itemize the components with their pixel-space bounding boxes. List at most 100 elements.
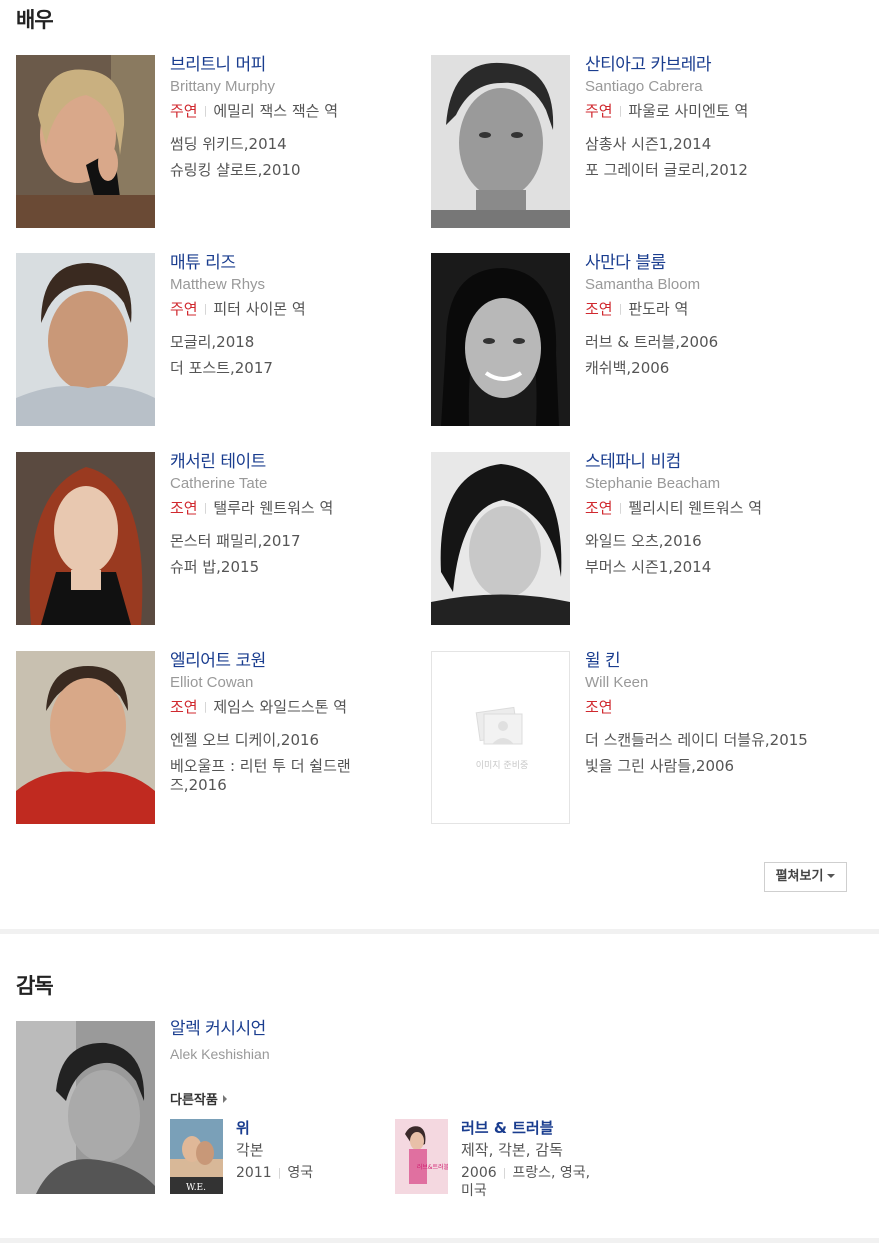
filmography-item[interactable]: 썸딩 위키드,2014 [170,135,400,154]
role-type: 주연 [170,102,198,120]
actor-name-link[interactable]: 사만다 블룸 [585,253,815,273]
work-role: 제작, 각본, 감독 [461,1141,563,1159]
role-name: 제임스 와일드스톤 역 [213,698,348,716]
actor-english-name: Samantha Bloom [585,276,701,293]
actor-english-name: Stephanie Beacham [585,475,721,492]
role-type: 조연 [585,499,613,517]
actor-photo[interactable] [431,253,570,426]
actor-english-name: Will Keen [585,674,649,691]
actor-role: 주연 | 파울로 사미엔토 역 [585,101,815,121]
filmography: 삼총사 시즌1,2014 포 그레이터 글로리,2012 [585,135,815,180]
filmography-item[interactable]: 빛을 그린 사람들,2006 [585,757,815,776]
actor-role: 조연 | 펠리시티 웬트워스 역 [585,498,815,518]
actor-role: 조연 | 제임스 와일드스톤 역 [170,697,400,717]
role-name: 에밀리 잭스 잭슨 역 [213,102,339,120]
filmography-item[interactable]: 모글리,2018 [170,333,400,352]
filmography-item[interactable]: 슈링킹 샬로트,2010 [170,161,400,180]
section-divider [0,1238,879,1243]
work-poster[interactable]: 러브&트러블 [395,1119,448,1194]
actor-name-link[interactable]: 브리트니 머피 [170,55,400,75]
caret-right-icon [222,1095,227,1103]
actor-name-link[interactable]: 엘리어트 코원 [170,651,400,671]
actor-english-name: Brittany Murphy [170,78,276,95]
role-type: 조연 [170,499,198,517]
actor-name-link[interactable]: 스테파니 비컴 [585,452,815,472]
no-image-placeholder[interactable]: 이미지 준비중 [431,651,570,824]
actor-role: 조연 | 판도라 역 [585,299,815,319]
no-image-text: 이미지 준비중 [476,760,529,771]
filmography-item[interactable]: 삼총사 시즌1,2014 [585,135,815,154]
actor-role: 조연 [585,697,815,717]
actor-card: 이미지 준비중 윌 킨 Will Keen 조연 더 스캔들러스 레이디 더블유… [431,651,831,826]
director-section-title: 감독 [16,974,54,998]
filmography: 더 스캔들러스 레이디 더블유,2015 빛을 그린 사람들,2006 [585,731,815,776]
filmography-item[interactable]: 더 스캔들러스 레이디 더블유,2015 [585,731,815,750]
section-divider [0,929,879,934]
director-english-name: Alek Keshishian [170,1046,270,1062]
work-role: 각본 [236,1141,264,1159]
caret-down-icon [827,874,836,878]
actor-card: 브리트니 머피 Brittany Murphy 주연 | 에밀리 잭스 잭슨 역 썸… [16,55,416,230]
cast-section-title: 배우 [16,8,54,32]
filmography-item[interactable]: 와일드 오츠,2016 [585,532,815,551]
work-title-link[interactable]: 위 [236,1119,366,1137]
work-meta: 2011 | 영국 [236,1164,366,1182]
actor-photo[interactable] [16,452,155,625]
filmography: 엔젤 오브 디케이,2016 베오울프 : 리턴 투 더 쉴드랜즈,2016 [170,731,400,795]
work-year: 2006 [461,1165,497,1181]
actor-english-name: Santiago Cabrera [585,78,703,95]
actor-role: 주연 | 피터 사이몬 역 [170,299,400,319]
separator: | [203,700,208,713]
separator: | [203,104,208,117]
actor-card: 캐서린 테이트 Catherine Tate 조연 | 탤루라 웬트워스 역 몬스터… [16,452,416,627]
role-name: 탤루라 웬트워스 역 [213,499,334,517]
filmography-item[interactable]: 포 그레이터 글로리,2012 [585,161,815,180]
filmography-item[interactable]: 몬스터 패밀리,2017 [170,532,400,551]
actor-photo[interactable] [431,452,570,625]
actor-role: 조연 | 탤루라 웬트워스 역 [170,498,400,518]
work-title-link[interactable]: 러브 & 트러블 [461,1119,591,1137]
separator: | [618,104,623,117]
work-poster[interactable]: W.E. [170,1119,223,1194]
filmography-item[interactable]: 슈퍼 밥,2015 [170,558,400,577]
separator: | [203,501,208,514]
other-works-link[interactable]: 다른작품 [170,1089,227,1108]
filmography: 몬스터 패밀리,2017 슈퍼 밥,2015 [170,532,400,577]
director-name-link[interactable]: 알렉 커시시언 [170,1019,670,1039]
separator: | [618,302,623,315]
actor-photo[interactable] [16,55,155,228]
actor-name-link[interactable]: 매튜 리즈 [170,253,400,273]
director-photo[interactable] [16,1021,155,1194]
image-placeholder-icon: 이미지 준비중 [475,706,529,771]
actor-card: 사만다 블룸 Samantha Bloom 조연 | 판도라 역 러브 & 트러블,… [431,253,831,428]
filmography: 와일드 오츠,2016 부머스 시즌1,2014 [585,532,815,577]
separator: | [618,501,623,514]
actor-name-link[interactable]: 산티아고 카브레라 [585,55,815,75]
filmography-item[interactable]: 캐쉬백,2006 [585,359,815,378]
role-type: 조연 [170,698,198,716]
filmography-item[interactable]: 러브 & 트러블,2006 [585,333,815,352]
expand-cast-button[interactable]: 펼쳐보기 [764,862,847,892]
filmography: 썸딩 위키드,2014 슈링킹 샬로트,2010 [170,135,400,180]
filmography-item[interactable]: 더 포스트,2017 [170,359,400,378]
expand-button-label: 펼쳐보기 [775,869,824,884]
actor-name-link[interactable]: 캐서린 테이트 [170,452,400,472]
filmography-item[interactable]: 베오울프 : 리턴 투 더 쉴드랜즈,2016 [170,757,382,795]
role-name: 펠리시티 웬트워스 역 [628,499,763,517]
work-meta: 2006 | 프랑스, 영국, 미국 [461,1164,591,1200]
actor-photo[interactable] [16,651,155,824]
role-type: 주연 [585,102,613,120]
role-type: 주연 [170,300,198,318]
role-name: 파울로 사미엔토 역 [628,102,749,120]
actor-card: 매튜 리즈 Matthew Rhys 주연 | 피터 사이몬 역 모글리,2018 … [16,253,416,428]
actor-card: 산티아고 카브레라 Santiago Cabrera 주연 | 파울로 사미엔토 역… [431,55,831,230]
role-type: 조연 [585,300,613,318]
role-type: 조연 [585,698,613,716]
filmography-item[interactable]: 부머스 시즌1,2014 [585,558,815,577]
actor-name-link[interactable]: 윌 킨 [585,651,815,671]
filmography-item[interactable]: 엔젤 오브 디케이,2016 [170,731,400,750]
actor-english-name: Matthew Rhys [170,276,266,293]
separator: | [502,1166,507,1179]
actor-photo[interactable] [16,253,155,426]
actor-photo[interactable] [431,55,570,228]
